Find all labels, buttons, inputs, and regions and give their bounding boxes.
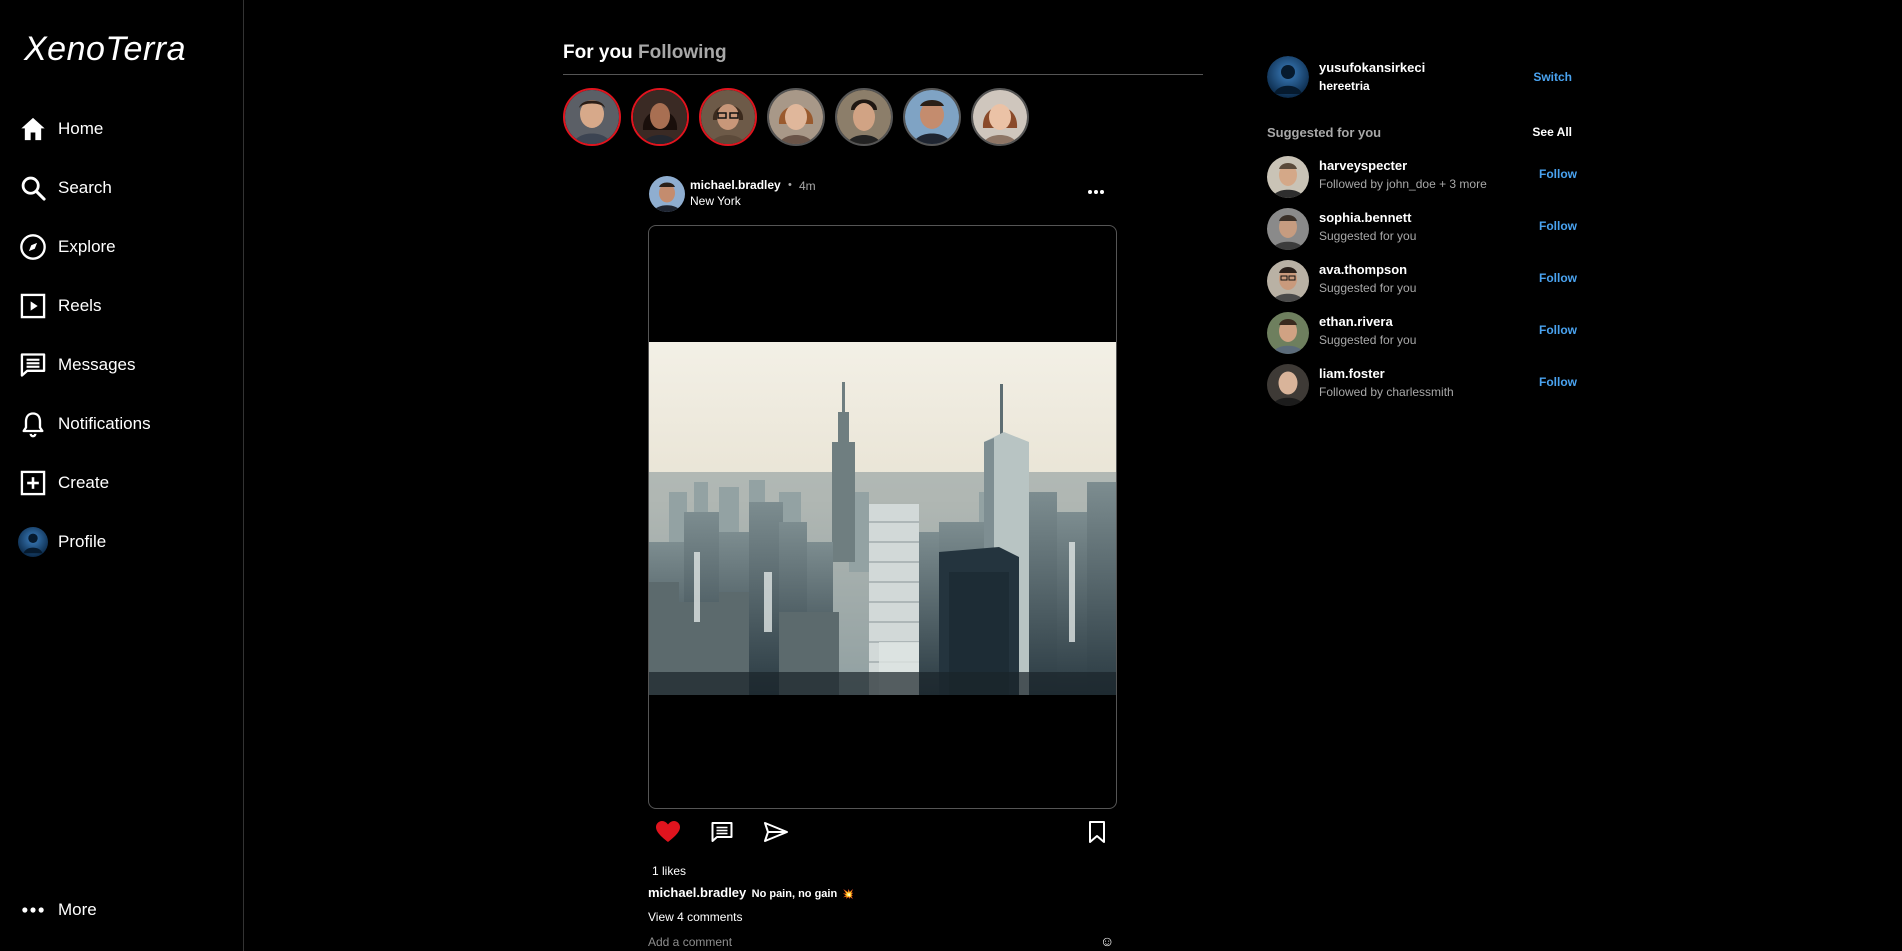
suggestion-username[interactable]: ethan.rivera [1319,314,1393,329]
story-avatar[interactable] [971,88,1029,146]
post-likes[interactable]: 1 likes [652,864,686,878]
sidebar-item-label: Messages [58,355,136,374]
caption-username[interactable]: michael.bradley [648,885,746,900]
suggestion-row: sophia.bennett Suggested for you Follow [1267,206,1577,252]
like-heart-icon[interactable] [655,820,681,849]
sidebar-item-notifications[interactable]: Notifications [18,404,151,444]
follow-button[interactable]: Follow [1539,323,1577,337]
post-options-icon[interactable] [1086,182,1106,207]
messages-icon [18,350,48,380]
story-avatar[interactable] [835,88,893,146]
bookmark-icon[interactable] [1086,820,1108,849]
post-caption: michael.bradley No pain, no gain 💥 [648,885,1117,903]
sidebar-item-label: Home [58,119,104,138]
suggestion-avatar[interactable] [1267,364,1309,406]
post-actions [648,818,1117,846]
sidebar-item-label: Explore [58,237,116,256]
suggestion-subtitle: Suggested for you [1319,333,1417,347]
sidebar-item-home[interactable]: Home [18,109,103,149]
sidebar-item-create[interactable]: Create [18,463,109,503]
share-send-icon[interactable] [763,820,789,849]
sidebar-item-search[interactable]: Search [18,168,112,208]
suggestion-row: ethan.rivera Suggested for you Follow [1267,310,1577,356]
sidebar-item-label: More [58,900,97,919]
suggestion-subtitle: Followed by charlessmith [1319,385,1454,399]
sidebar-item-label: Profile [58,532,107,551]
sidebar-item-reels[interactable]: Reels [18,286,101,326]
current-username[interactable]: yusufokansirkeci [1319,60,1425,75]
story-avatar[interactable] [563,88,621,146]
feed-tabs: For you Following [563,40,1203,75]
post-username[interactable]: michael.bradley [690,178,781,192]
tab-for-you[interactable]: For you [563,42,633,64]
comment-input[interactable]: Add a comment [648,935,732,949]
bell-icon [18,409,48,439]
tab-following[interactable]: Following [638,42,727,64]
current-user-name: hereetria [1319,79,1370,93]
suggestion-avatar[interactable] [1267,156,1309,198]
add-comment-row: Add a comment ☺ [648,935,1117,951]
caption-emoji: 💥 [842,889,854,899]
suggestion-subtitle: Suggested for you [1319,281,1417,295]
story-avatar[interactable] [767,88,825,146]
switch-account-button[interactable]: Switch [1533,70,1572,84]
follow-button[interactable]: Follow [1539,375,1577,389]
sidebar-item-profile[interactable]: Profile [18,522,106,562]
suggestion-avatar[interactable] [1267,312,1309,354]
post-media[interactable] [648,225,1117,809]
current-user: yusufokansirkeci hereetria Switch [1267,54,1577,100]
follow-button[interactable]: Follow [1539,167,1577,181]
post-location[interactable]: New York [690,194,741,208]
sidebar-item-label: Reels [58,296,102,315]
see-all-link[interactable]: See All [1532,125,1572,139]
compass-icon [18,232,48,262]
suggestion-subtitle: Followed by john_doe + 3 more [1319,177,1487,191]
suggestion-username[interactable]: harveyspecter [1319,158,1407,173]
view-comments-link[interactable]: View 4 comments [648,910,742,924]
suggestion-subtitle: Suggested for you [1319,229,1417,243]
current-user-avatar[interactable] [1267,56,1309,98]
app-logo[interactable]: XenoTerra [24,30,186,69]
comment-icon[interactable] [710,820,734,849]
suggestion-avatar[interactable] [1267,208,1309,250]
sidebar-item-label: Search [58,178,112,197]
post-image [649,342,1116,695]
caption-text: No pain, no gain [751,888,838,900]
reels-icon [18,291,48,321]
suggestion-username[interactable]: liam.foster [1319,366,1385,381]
more-dots-icon [18,895,48,925]
suggestion-row: harveyspecter Followed by john_doe + 3 m… [1267,154,1577,200]
post-author-avatar[interactable] [649,176,685,212]
story-avatar[interactable] [903,88,961,146]
follow-button[interactable]: Follow [1539,219,1577,233]
profile-avatar-icon [18,527,48,557]
suggestion-username[interactable]: ava.thompson [1319,262,1407,277]
sidebar-item-more[interactable]: More [18,890,97,930]
sidebar-item-explore[interactable]: Explore [18,227,116,267]
suggestion-row: ava.thompson Suggested for you Follow [1267,258,1577,304]
home-icon [18,114,48,144]
follow-button[interactable]: Follow [1539,271,1577,285]
post-separator: • [788,179,792,191]
suggestion-username[interactable]: sophia.bennett [1319,210,1411,225]
sidebar-item-label: Create [58,473,110,492]
suggested-title: Suggested for you [1267,125,1382,140]
emoji-picker-icon[interactable]: ☺ [1100,935,1114,949]
story-avatar[interactable] [699,88,757,146]
story-avatar[interactable] [631,88,689,146]
plus-square-icon [18,468,48,498]
sidebar-item-label: Notifications [58,414,151,433]
post-time: 4m [799,179,816,193]
suggestion-row: liam.foster Followed by charlessmith Fol… [1267,362,1577,408]
sidebar: XenoTerra Home Search Explore Reels Mess… [0,0,244,951]
post-header: michael.bradley • 4m New York [649,174,1113,214]
suggestion-avatar[interactable] [1267,260,1309,302]
search-icon [18,173,48,203]
sidebar-item-messages[interactable]: Messages [18,345,135,385]
